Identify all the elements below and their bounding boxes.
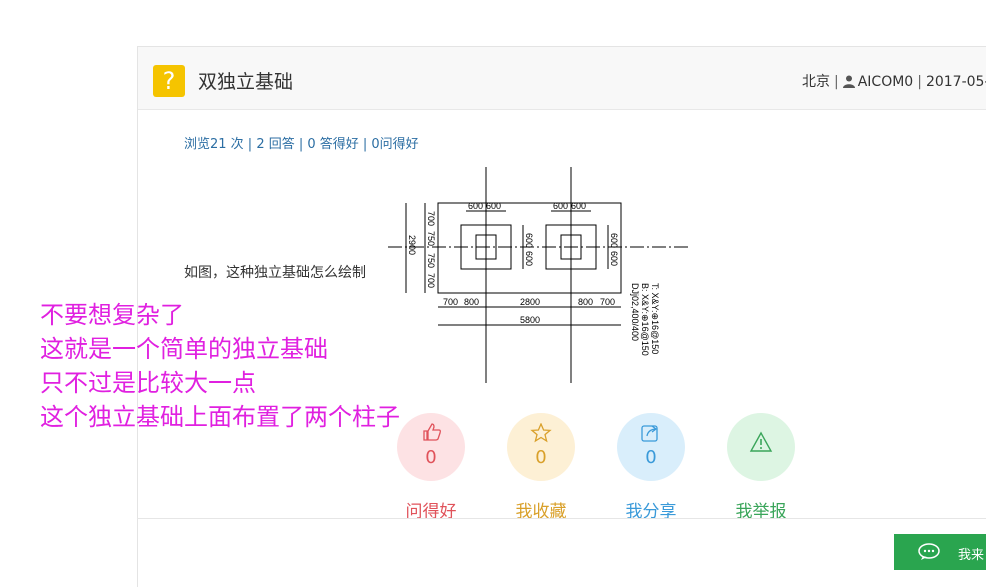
question-mark-icon: ?: [153, 65, 185, 97]
favorite-count: 0: [535, 447, 547, 468]
dim-label: 700: [600, 297, 615, 307]
drawing-note: T: X&Y:⊕16@150: [650, 283, 660, 354]
drawing-note: B: X&Y:⊕16@150: [640, 283, 650, 356]
share-button[interactable]: 0 我分享: [611, 413, 691, 522]
answer-chat-button[interactable]: 我来: [894, 534, 986, 570]
good-question-button[interactable]: 0 问得好: [391, 413, 471, 522]
star-icon: [530, 423, 552, 443]
meta-separator: |: [917, 74, 922, 90]
dim-label: 800: [578, 297, 593, 307]
dim-label: 700: [426, 273, 436, 288]
dim-label: 600: [524, 251, 534, 266]
report-circle[interactable]: [727, 413, 795, 481]
post-date: 2017-05-: [925, 74, 986, 90]
annotation-overlay: 不要想复杂了 这就是一个简单的独立基础 只不过是比较大一点 这个独立基础上面布置…: [40, 298, 400, 434]
question-header: ? 双独立基础 北京 | AICOM0 | 2017-05-: [138, 47, 986, 110]
annotation-line: 这个独立基础上面布置了两个柱子: [40, 403, 400, 431]
user-link[interactable]: AICOM0: [858, 74, 914, 90]
dim-label: 750: [426, 231, 436, 246]
foundation-drawing[interactable]: 600 600 600 600 700 800 2800 800 700 580…: [388, 163, 708, 383]
share-circle[interactable]: 0: [617, 413, 685, 481]
dim-label-total: 5800: [520, 315, 540, 325]
dim-label: 800: [464, 297, 479, 307]
dim-label: 700: [426, 211, 436, 226]
question-meta: 北京 | AICOM0 | 2017-05-: [802, 71, 986, 91]
dim-label: 600: [571, 201, 586, 211]
answer-chat-label[interactable]: 我来: [958, 544, 984, 563]
drawing-note: DJj02,400/400: [630, 283, 640, 341]
meta-separator: |: [834, 74, 839, 90]
dim-label: 600: [524, 233, 534, 248]
share-count: 0: [645, 447, 657, 468]
share-icon: [641, 425, 658, 442]
dim-label: 600: [609, 233, 619, 248]
good-question-count: 0: [425, 447, 437, 468]
dim-label: 600: [609, 251, 619, 266]
annotation-line: 这就是一个简单的独立基础: [40, 335, 328, 363]
question-title: 双独立基础: [198, 71, 294, 93]
favorite-circle[interactable]: 0: [507, 413, 575, 481]
dim-label: 600: [553, 201, 568, 211]
user-icon: [842, 75, 855, 88]
chat-bubble-icon: [918, 543, 940, 560]
dim-label: 600: [468, 201, 483, 211]
dim-label: 600: [486, 201, 501, 211]
good-question-circle[interactable]: 0: [397, 413, 465, 481]
favorite-button[interactable]: 0 我收藏: [501, 413, 581, 522]
dim-label-total: 2900: [407, 235, 417, 255]
question-stats: 浏览21 次 | 2 回答 | 0 答得好 | 0问得好: [184, 137, 419, 152]
annotation-line: 只不过是比较大一点: [40, 369, 256, 397]
dim-label: 2800: [520, 297, 540, 307]
annotation-line: 不要想复杂了: [40, 301, 184, 329]
location-label: 北京: [802, 74, 830, 90]
dim-label: 700: [443, 297, 458, 307]
question-body-text: 如图，这种独立基础怎么绘制: [184, 265, 366, 281]
warning-icon: [749, 431, 773, 452]
section-divider: [137, 518, 986, 519]
report-button[interactable]: 我举报: [721, 413, 801, 522]
dim-label: 750: [426, 253, 436, 268]
thumbs-up-icon: [423, 423, 441, 441]
